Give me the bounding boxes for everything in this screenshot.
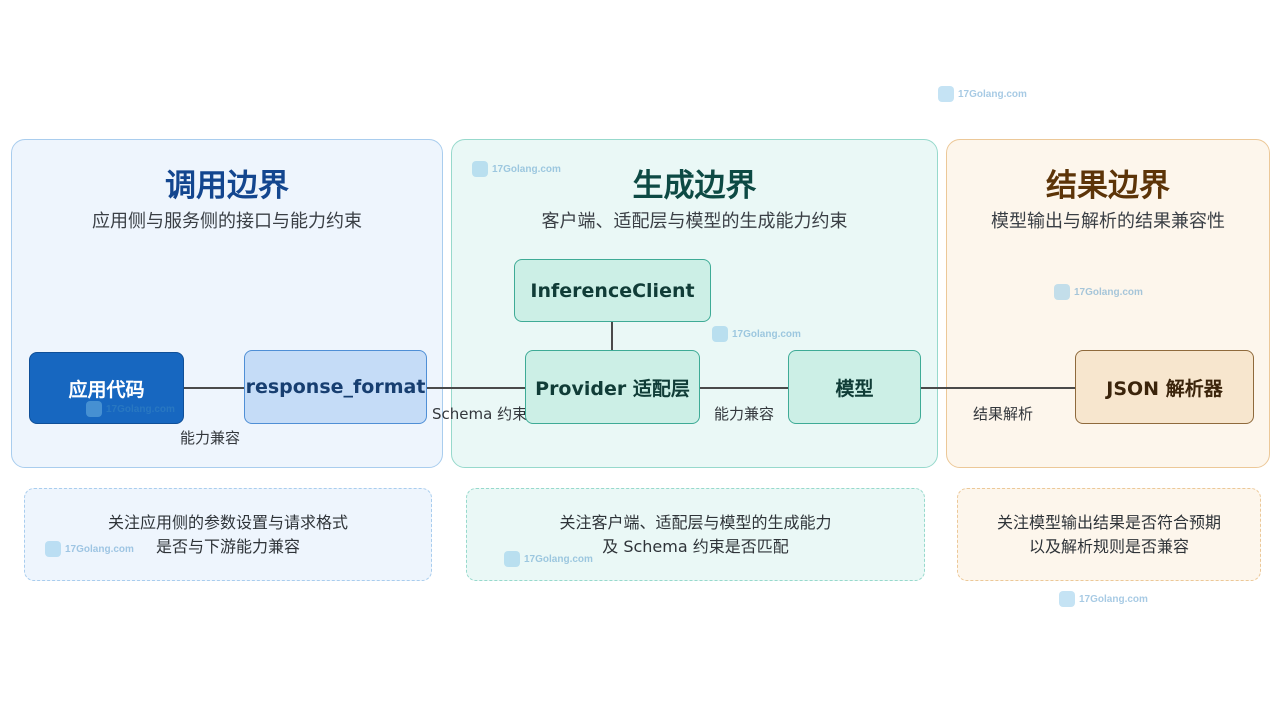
edge-label-response-format-to-provider: Schema 约束	[432, 405, 528, 423]
watermark-logo-icon	[504, 551, 520, 567]
call-boundary-title: 调用边界	[165, 168, 289, 204]
watermark: 17Golang.com	[86, 401, 175, 417]
edge-inference-client-to-provider	[611, 322, 613, 350]
edge-app-to-response-format	[184, 387, 244, 389]
edge-label-model-to-json-parser: 结果解析	[973, 405, 1034, 423]
edge-response-format-to-provider	[427, 387, 525, 389]
watermark-logo-icon	[712, 326, 728, 342]
response-format-node: response_format	[244, 350, 427, 424]
provider-adapter-node: Provider 适配层	[525, 350, 700, 424]
watermark: 17Golang.com	[938, 86, 1027, 102]
watermark: 17Golang.com	[712, 326, 801, 342]
edge-model-to-json-parser	[921, 387, 1075, 389]
generation-boundary-note: 关注客户端、适配层与模型的生成能力 及 Schema 约束是否匹配	[466, 488, 925, 581]
gen-note-line-2: 及 Schema 约束是否匹配	[602, 536, 789, 556]
call-note-line-2: 是否与下游能力兼容	[155, 536, 300, 556]
watermark-logo-icon	[86, 401, 102, 417]
generation-boundary-subtitle: 客户端、适配层与模型的生成能力约束	[541, 211, 848, 232]
inference-client-node: InferenceClient	[514, 259, 711, 322]
watermark: 17Golang.com	[45, 541, 134, 557]
watermark-logo-icon	[1054, 284, 1070, 300]
watermark: 17Golang.com	[472, 161, 561, 177]
json-parser-node: JSON 解析器	[1075, 350, 1254, 424]
gen-note-line-1: 关注客户端、适配层与模型的生成能力	[559, 512, 832, 532]
call-boundary-note: 关注应用侧的参数设置与请求格式 是否与下游能力兼容	[24, 488, 432, 581]
watermark-text: 17Golang.com	[106, 403, 175, 415]
model-node: 模型	[788, 350, 921, 424]
watermark-text: 17Golang.com	[958, 88, 1027, 100]
result-boundary-subtitle: 模型输出与解析的结果兼容性	[991, 211, 1225, 232]
watermark: 17Golang.com	[1059, 591, 1148, 607]
watermark-logo-icon	[472, 161, 488, 177]
watermark: 17Golang.com	[504, 551, 593, 567]
result-boundary-title: 结果边界	[1046, 168, 1170, 204]
watermark-text: 17Golang.com	[1074, 286, 1143, 298]
watermark-logo-icon	[938, 86, 954, 102]
watermark-text: 17Golang.com	[1079, 593, 1148, 605]
edge-label-provider-to-model: 能力兼容	[714, 405, 775, 423]
edge-label-app-to-response-format: 能力兼容	[180, 429, 241, 447]
watermark-logo-icon	[1059, 591, 1075, 607]
call-note-line-1: 关注应用侧的参数设置与请求格式	[107, 512, 348, 532]
watermark: 17Golang.com	[1054, 284, 1143, 300]
edge-provider-to-model	[700, 387, 788, 389]
result-boundary-note: 关注模型输出结果是否符合预期 以及解析规则是否兼容	[957, 488, 1261, 581]
watermark-text: 17Golang.com	[732, 328, 801, 340]
result-note-line-1: 关注模型输出结果是否符合预期	[996, 512, 1221, 532]
watermark-text: 17Golang.com	[65, 543, 134, 555]
watermark-text: 17Golang.com	[524, 553, 593, 565]
call-boundary-subtitle: 应用侧与服务侧的接口与能力约束	[92, 211, 362, 232]
result-note-line-2: 以及解析规则是否兼容	[1028, 536, 1189, 556]
watermark-logo-icon	[45, 541, 61, 557]
watermark-text: 17Golang.com	[492, 163, 561, 175]
